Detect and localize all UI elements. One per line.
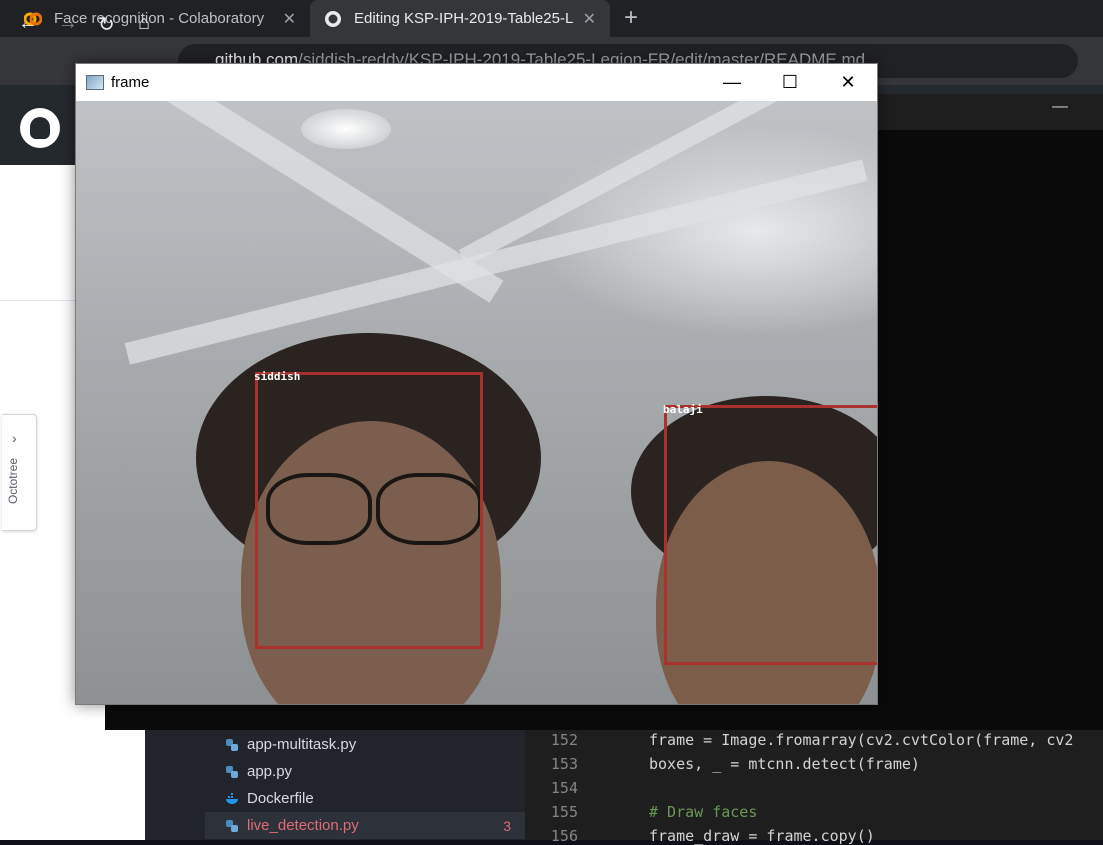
ceiling-beam (124, 159, 868, 365)
forward-icon[interactable]: → (58, 12, 78, 35)
close-tab-icon[interactable]: ✕ (283, 9, 296, 29)
file-item-active[interactable]: live_detection.py 3 (205, 812, 525, 839)
face-label: siddish (254, 370, 301, 383)
face-bounding-box (255, 372, 483, 649)
camera-feed: siddish balaji (76, 101, 877, 704)
face-bounding-box (664, 405, 877, 665)
code-line: frame_draw = frame.copy() (649, 827, 875, 845)
frame-window[interactable]: frame — ☐ ✕ siddish balaji (75, 63, 878, 705)
tab-colab[interactable]: Face recognition - Colaboratory ✕ (10, 0, 310, 37)
close-tab-icon[interactable]: ✕ (583, 9, 596, 29)
file-name: live_detection.py (247, 817, 359, 834)
minimize-button[interactable]: — (703, 64, 761, 101)
python-file-icon (226, 819, 238, 832)
python-file-icon (226, 765, 238, 778)
face-label: balaji (663, 403, 703, 416)
octotree-label: Octotree (6, 458, 20, 505)
line-number: 156 (550, 827, 578, 845)
file-name: app-multitask.py (247, 736, 357, 753)
back-icon[interactable]: ← (18, 12, 38, 35)
divider (0, 300, 80, 301)
close-button[interactable]: ✕ (819, 64, 877, 101)
new-tab-button[interactable]: + (624, 4, 638, 32)
window-app-icon (86, 75, 104, 90)
github-icon (325, 10, 341, 27)
code-line: boxes, _ = mtcnn.detect(frame) (649, 755, 920, 773)
file-name: Dockerfile (247, 790, 314, 807)
maximize-button[interactable]: ☐ (761, 64, 819, 101)
reload-icon[interactable]: ↻ (98, 12, 115, 37)
window-title: frame (111, 74, 150, 91)
ceiling-light (301, 109, 391, 149)
file-name: app.py (247, 763, 293, 780)
tab-title: Face recognition - Colaboratory (54, 10, 265, 27)
line-number: 154 (550, 779, 578, 797)
editor-minimize-button[interactable]: — (1052, 98, 1068, 116)
file-item[interactable]: Dockerfile (205, 785, 525, 812)
file-item[interactable]: app.py (205, 758, 525, 785)
code-line: frame = Image.fromarray(cv2.cvtColor(fra… (649, 731, 1074, 749)
problem-count-badge: 3 (503, 817, 511, 834)
line-number: 153 (550, 755, 578, 773)
tab-github-edit[interactable]: Editing KSP-IPH-2019-Table25-Legion-FR ✕ (310, 0, 610, 37)
docker-file-icon (226, 792, 238, 804)
python-file-icon (226, 738, 238, 751)
tab-title: Editing KSP-IPH-2019-Table25-Legion-FR (354, 10, 574, 27)
github-logo-icon[interactable] (20, 108, 60, 148)
file-item[interactable]: app-multitask.py (205, 731, 525, 758)
code-line-comment: # Draw faces (649, 803, 758, 821)
home-icon[interactable]: ⌂ (138, 12, 150, 35)
frame-titlebar[interactable]: frame — ☐ ✕ (76, 64, 877, 101)
chevron-right-icon: › (12, 430, 17, 446)
line-number: 155 (550, 803, 578, 821)
line-number: 152 (550, 731, 578, 749)
